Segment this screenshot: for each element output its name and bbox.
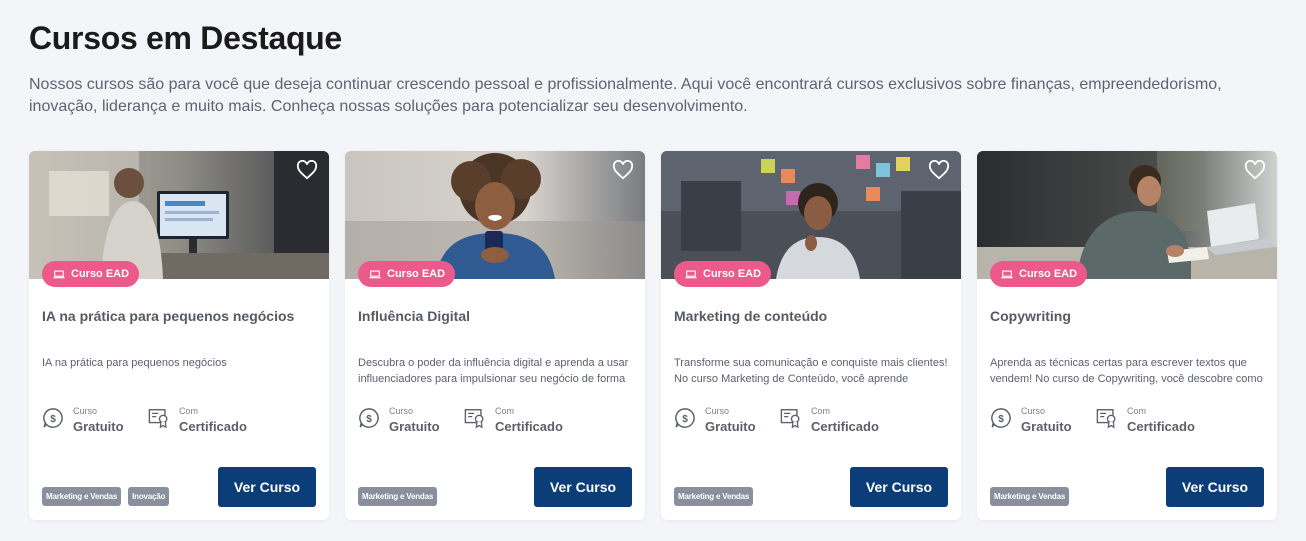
course-type-badge: Curso EAD (674, 261, 772, 287)
tag: Inovação (128, 487, 170, 506)
heart-icon[interactable] (1244, 160, 1266, 180)
dollar-icon: $ (991, 408, 1011, 428)
certificate-icon (148, 409, 168, 429)
course-description: Descubra o poder da influência digital e… (358, 357, 629, 385)
laptop-icon (369, 270, 381, 278)
course-certificate: Com Certificado (464, 406, 563, 440)
course-tags: Marketing e Vendas Inovação (42, 487, 170, 506)
course-card[interactable]: Curso EAD Copywriting Aprenda as técnica… (977, 151, 1277, 520)
price-value: Gratuito (705, 419, 756, 434)
tag: Marketing e Vendas (358, 487, 438, 506)
certificate-label: Com (179, 406, 199, 416)
course-title[interactable]: IA na prática para pequenos negócios (42, 308, 318, 324)
dollar-icon: $ (675, 408, 695, 428)
course-tags: Marketing e Vendas (674, 487, 754, 506)
course-description: IA na prática para pequenos negócios (42, 357, 227, 369)
course-image[interactable] (661, 151, 961, 279)
course-type-badge: Curso EAD (42, 261, 140, 287)
tag: Marketing e Vendas (990, 487, 1070, 506)
certificate-label: Com (495, 406, 515, 416)
course-card[interactable]: Curso EAD IA na prática para pequenos ne… (29, 151, 329, 520)
certificate-value: Certificado (1127, 419, 1195, 434)
certificate-value: Certificado (495, 419, 563, 434)
price-label: Curso (389, 406, 414, 416)
tag: Marketing e Vendas (42, 487, 122, 506)
heart-icon[interactable] (296, 160, 318, 180)
section-title: Cursos em Destaque (29, 20, 342, 56)
heart-icon[interactable] (612, 160, 634, 180)
view-course-button[interactable]: Ver Curso (534, 467, 632, 507)
price-label: Curso (705, 406, 730, 416)
section-description: Nossos cursos são para você que deseja c… (29, 76, 1222, 115)
price-value: Gratuito (389, 419, 440, 434)
laptop-icon (53, 270, 65, 278)
course-price: $ Curso Gratuito (42, 406, 124, 440)
price-value: Gratuito (73, 419, 124, 434)
svg-text:$: $ (50, 414, 56, 425)
course-title[interactable]: Copywriting (990, 308, 1266, 324)
course-card[interactable]: Curso EAD Marketing de conteúdo Transfor… (661, 151, 961, 520)
badge-label: Curso EAD (703, 268, 762, 280)
course-description: Transforme sua comunicação e conquiste m… (674, 357, 948, 385)
tag: Marketing e Vendas (674, 487, 754, 506)
certificate-value: Certificado (179, 419, 247, 434)
certificate-value: Certificado (811, 419, 879, 434)
certificate-label: Com (1127, 406, 1147, 416)
badge-label: Curso EAD (71, 268, 130, 280)
course-description: Aprenda as técnicas certas para escrever… (990, 357, 1263, 385)
course-image[interactable] (345, 151, 645, 279)
laptop-icon (1001, 270, 1013, 278)
certificate-icon (1096, 409, 1116, 429)
heart-icon[interactable] (928, 160, 950, 180)
course-certificate: Com Certificado (780, 406, 879, 440)
course-tags: Marketing e Vendas (990, 487, 1070, 506)
course-price: $ Curso Gratuito (674, 406, 756, 440)
course-tags: Marketing e Vendas (358, 487, 438, 506)
course-certificate: Com Certificado (148, 406, 247, 440)
certificate-label: Com (811, 406, 831, 416)
view-course-button[interactable]: Ver Curso (1166, 467, 1264, 507)
badge-label: Curso EAD (387, 268, 446, 280)
course-image[interactable] (977, 151, 1277, 279)
svg-text:$: $ (998, 414, 1004, 425)
course-title[interactable]: Marketing de conteúdo (674, 308, 950, 324)
dollar-icon: $ (359, 408, 379, 428)
course-type-badge: Curso EAD (358, 261, 456, 287)
view-course-button[interactable]: Ver Curso (218, 467, 316, 507)
course-type-badge: Curso EAD (990, 261, 1088, 287)
course-card[interactable]: Curso EAD Influência Digital Descubra o … (345, 151, 645, 520)
course-price: $ Curso Gratuito (358, 406, 440, 440)
svg-text:$: $ (682, 414, 688, 425)
dollar-icon: $ (43, 408, 63, 428)
price-label: Curso (73, 406, 98, 416)
certificate-icon (464, 409, 484, 429)
laptop-icon (685, 270, 697, 278)
price-value: Gratuito (1021, 419, 1072, 434)
svg-text:$: $ (366, 414, 372, 425)
view-course-button[interactable]: Ver Curso (850, 467, 948, 507)
course-certificate: Com Certificado (1096, 406, 1195, 440)
course-title[interactable]: Influência Digital (358, 308, 634, 324)
course-price: $ Curso Gratuito (990, 406, 1072, 440)
price-label: Curso (1021, 406, 1046, 416)
badge-label: Curso EAD (1019, 268, 1078, 280)
course-image[interactable] (29, 151, 329, 279)
certificate-icon (780, 409, 800, 429)
